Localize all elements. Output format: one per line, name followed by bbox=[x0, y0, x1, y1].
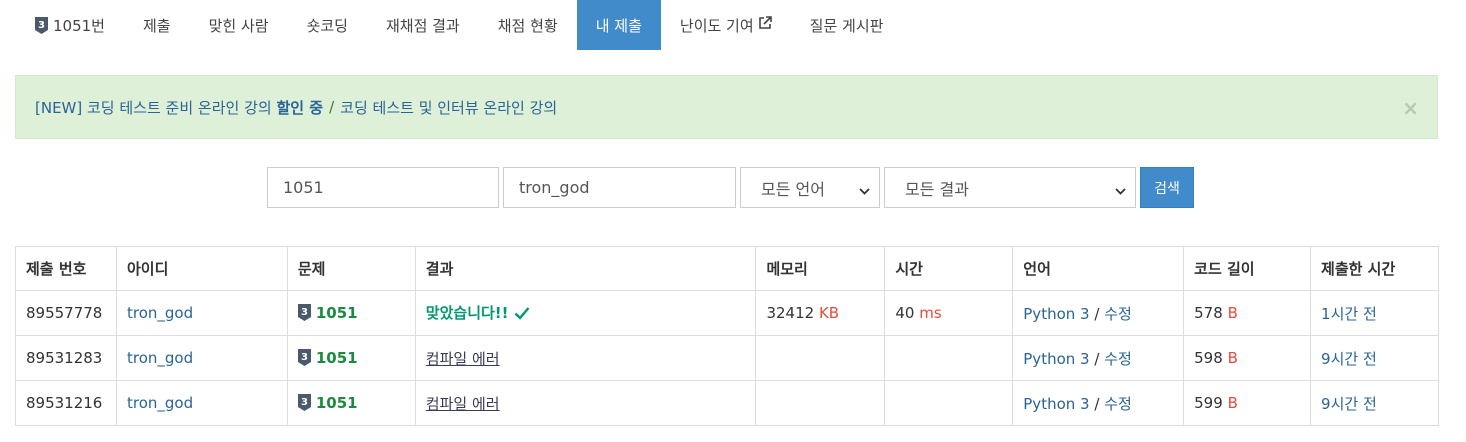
col-submitted-time: 제출한 시간 bbox=[1310, 246, 1439, 291]
language-separator: / bbox=[1094, 349, 1100, 368]
user-link[interactable]: tron_god bbox=[127, 349, 193, 367]
search-form: 1051 tron_god 모든 언어 모든 결과 검색 bbox=[267, 167, 1194, 208]
edit-link[interactable]: 수정 bbox=[1104, 305, 1132, 323]
table-row: 89557778 tron_god 3 1051 맞았습니다!! 32412 KB… bbox=[15, 290, 1439, 336]
svg-text:3: 3 bbox=[38, 20, 45, 31]
submission-table: 제출 번호 아이디 문제 결과 메모리 시간 언어 코드 길이 제출한 시간 8… bbox=[15, 246, 1439, 426]
problem-link[interactable]: 1051 bbox=[316, 394, 358, 412]
time-value: 40 bbox=[895, 304, 915, 322]
promo-separator: / bbox=[329, 98, 335, 116]
language-separator: / bbox=[1094, 394, 1100, 413]
nav-solved-users[interactable]: 맞힌 사람 bbox=[190, 0, 288, 50]
user-link[interactable]: tron_god bbox=[127, 394, 193, 412]
promo-link-1[interactable]: [NEW] 코딩 테스트 준비 온라인 강의 할인 중 bbox=[35, 97, 323, 118]
check-icon bbox=[514, 306, 530, 324]
result-accepted: 맞았습니다!! bbox=[425, 304, 509, 322]
language-separator: / bbox=[1094, 304, 1100, 323]
language-select[interactable]: 모든 언어 bbox=[740, 167, 880, 208]
tier-badge-icon: 3 bbox=[35, 16, 48, 34]
memory-unit: KB bbox=[818, 304, 840, 322]
problem-link[interactable]: 1051 bbox=[316, 304, 358, 322]
language-link[interactable]: Python 3 bbox=[1023, 305, 1089, 323]
chevron-down-icon bbox=[1115, 182, 1126, 201]
time-unit: ms bbox=[919, 304, 942, 322]
col-result: 결과 bbox=[414, 246, 757, 291]
language-link[interactable]: Python 3 bbox=[1023, 350, 1089, 368]
close-icon[interactable]: × bbox=[1402, 96, 1419, 120]
user-link[interactable]: tron_god bbox=[127, 304, 193, 322]
problem-id-input[interactable]: 1051 bbox=[267, 167, 499, 208]
svg-text:3: 3 bbox=[301, 352, 308, 363]
result-select[interactable]: 모든 결과 bbox=[884, 167, 1136, 208]
chevron-down-icon bbox=[859, 182, 870, 201]
code-length-value: 598 bbox=[1194, 349, 1223, 367]
submission-id: 89531283 bbox=[15, 335, 117, 381]
col-submission-id: 제출 번호 bbox=[15, 246, 117, 291]
tier-badge-icon: 3 bbox=[297, 394, 311, 411]
tier-badge-icon: 3 bbox=[297, 304, 311, 321]
nav-qna-board[interactable]: 질문 게시판 bbox=[791, 0, 903, 50]
col-code-length: 코드 길이 bbox=[1183, 246, 1312, 291]
promo-bold: 할인 중 bbox=[276, 98, 324, 117]
code-length-value: 599 bbox=[1194, 394, 1223, 412]
submitted-time-link[interactable]: 9시간 전 bbox=[1321, 350, 1377, 368]
nav-my-submissions[interactable]: 내 제출 bbox=[576, 0, 661, 50]
code-length-unit: B bbox=[1227, 304, 1238, 322]
svg-text:3: 3 bbox=[301, 307, 308, 318]
nav-problem-label: 1051번 bbox=[53, 16, 105, 35]
code-length-unit: B bbox=[1227, 394, 1238, 412]
col-memory: 메모리 bbox=[755, 246, 886, 291]
memory-value: 32412 bbox=[766, 304, 815, 322]
edit-link[interactable]: 수정 bbox=[1104, 350, 1132, 368]
result-select-value: 모든 결과 bbox=[905, 179, 969, 199]
submission-id: 89557778 bbox=[15, 290, 117, 336]
col-user-id: 아이디 bbox=[115, 246, 288, 291]
result-compile-error[interactable]: 컴파일 에러 bbox=[426, 350, 500, 368]
problem-nav: 3 1051번 제출 맞힌 사람 숏코딩 재채점 결과 채점 현황 내 제출 난… bbox=[16, 0, 902, 50]
promo-link-2[interactable]: 코딩 테스트 및 인터뷰 온라인 강의 bbox=[340, 97, 557, 118]
col-language: 언어 bbox=[1012, 246, 1185, 291]
submitted-time-link[interactable]: 1시간 전 bbox=[1321, 305, 1377, 323]
submission-id: 89531216 bbox=[15, 380, 117, 426]
user-id-input[interactable]: tron_god bbox=[503, 167, 736, 208]
nav-short-coding[interactable]: 숏코딩 bbox=[288, 0, 367, 50]
code-length-value: 578 bbox=[1194, 304, 1223, 322]
nav-problem[interactable]: 3 1051번 bbox=[16, 0, 124, 50]
nav-difficulty-label: 난이도 기여 bbox=[679, 16, 754, 35]
external-link-icon bbox=[758, 16, 772, 34]
svg-text:3: 3 bbox=[301, 397, 308, 408]
code-length-unit: B bbox=[1227, 349, 1238, 367]
nav-rejudge-results[interactable]: 재채점 결과 bbox=[367, 0, 479, 50]
table-header-row: 제출 번호 아이디 문제 결과 메모리 시간 언어 코드 길이 제출한 시간 bbox=[15, 246, 1439, 291]
col-time: 시간 bbox=[884, 246, 1014, 291]
table-row: 89531216 tron_god 3 1051 컴파일 에러 Python 3 … bbox=[15, 380, 1439, 426]
language-select-value: 모든 언어 bbox=[761, 179, 825, 199]
nav-submit[interactable]: 제출 bbox=[124, 0, 190, 50]
promo-alert: [NEW] 코딩 테스트 준비 온라인 강의 할인 중 / 코딩 테스트 및 인… bbox=[15, 75, 1438, 139]
edit-link[interactable]: 수정 bbox=[1104, 395, 1132, 413]
nav-difficulty-contribution[interactable]: 난이도 기여 bbox=[661, 0, 791, 50]
language-link[interactable]: Python 3 bbox=[1023, 395, 1089, 413]
result-compile-error[interactable]: 컴파일 에러 bbox=[426, 395, 500, 413]
submitted-time-link[interactable]: 9시간 전 bbox=[1321, 395, 1377, 413]
search-button[interactable]: 검색 bbox=[1140, 167, 1194, 208]
tier-badge-icon: 3 bbox=[297, 349, 311, 366]
nav-status[interactable]: 채점 현황 bbox=[479, 0, 577, 50]
problem-link[interactable]: 1051 bbox=[316, 349, 358, 367]
col-problem: 문제 bbox=[286, 246, 416, 291]
table-row: 89531283 tron_god 3 1051 컴파일 에러 Python 3 … bbox=[15, 335, 1439, 381]
